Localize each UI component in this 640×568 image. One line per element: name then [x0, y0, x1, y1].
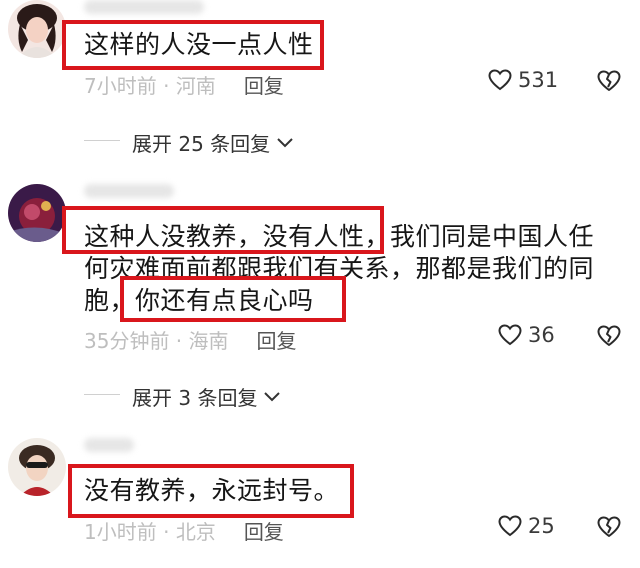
dislike-button[interactable]: [597, 325, 621, 351]
dislike-button[interactable]: [597, 70, 621, 96]
like-button[interactable]: 36: [498, 323, 555, 347]
like-count: 36: [528, 323, 555, 347]
expand-replies-button[interactable]: 展开 25 条回复: [132, 128, 294, 157]
location: 海南: [188, 329, 229, 353]
expand-label: 展开 25 条回复: [132, 132, 271, 156]
heart-outline-icon: [498, 324, 522, 346]
heart-outline-icon: [488, 69, 512, 91]
chevron-down-icon: [264, 391, 281, 401]
broken-heart-icon: [597, 325, 621, 346]
avatar[interactable]: [8, 184, 66, 242]
highlight-box: [120, 276, 346, 322]
expand-label: 展开 3 条回复: [132, 386, 258, 410]
meta-separator: ·: [169, 329, 189, 353]
dislike-button[interactable]: [597, 516, 621, 542]
username-redacted: [84, 184, 174, 198]
meta-separator: ·: [156, 74, 176, 98]
broken-heart-icon: [597, 516, 621, 537]
reply-button[interactable]: 回复: [244, 520, 284, 544]
heart-outline-icon: [498, 515, 522, 537]
like-button[interactable]: 531: [488, 68, 558, 92]
like-button[interactable]: 25: [498, 514, 555, 538]
comment-meta: 35分钟前 · 海南 回复: [84, 325, 297, 354]
avatar[interactable]: [8, 0, 66, 58]
broken-heart-icon: [597, 70, 621, 91]
reply-button[interactable]: 回复: [244, 74, 284, 98]
location: 河南: [175, 74, 216, 98]
timestamp: 35分钟前: [84, 329, 170, 353]
highlight-box: [62, 206, 384, 254]
highlight-box: [62, 20, 324, 70]
like-count: 531: [518, 68, 559, 92]
highlight-box: [68, 464, 354, 518]
meta-separator: ·: [156, 520, 176, 544]
expand-divider: [84, 140, 120, 141]
like-count: 25: [528, 514, 555, 538]
comment-meta: 7小时前 · 河南 回复: [84, 70, 284, 99]
username-redacted: [84, 438, 134, 452]
comment-meta: 1小时前 · 北京 回复: [84, 516, 284, 545]
expand-divider: [84, 394, 120, 395]
timestamp: 7小时前: [84, 74, 157, 98]
chevron-down-icon: [277, 137, 293, 147]
avatar[interactable]: [8, 438, 66, 496]
username-redacted: [84, 0, 204, 14]
reply-button[interactable]: 回复: [257, 329, 297, 353]
expand-replies-button[interactable]: 展开 3 条回复: [132, 382, 281, 411]
timestamp: 1小时前: [84, 520, 157, 544]
location: 北京: [175, 520, 216, 544]
